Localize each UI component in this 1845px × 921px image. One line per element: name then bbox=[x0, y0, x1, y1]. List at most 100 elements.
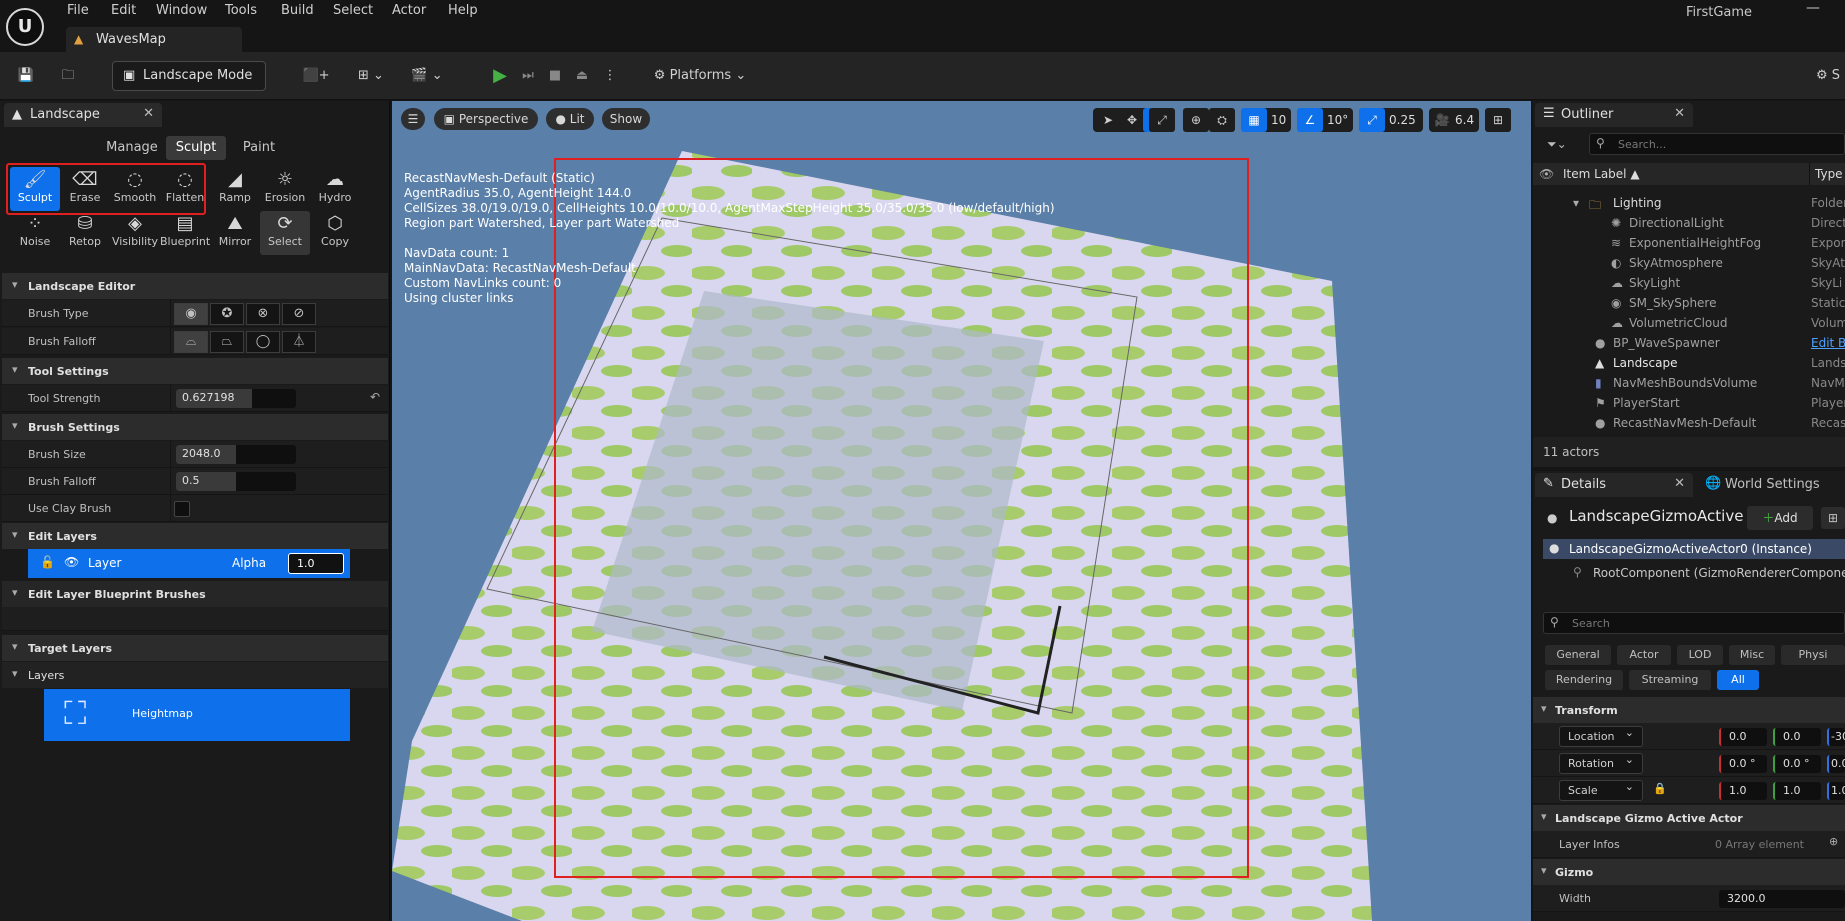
show-button[interactable]: Show bbox=[602, 108, 650, 130]
width-field[interactable]: 3200.0 bbox=[1719, 890, 1845, 908]
scale-y[interactable]: 1.0 bbox=[1773, 782, 1821, 800]
filter-all[interactable]: All bbox=[1717, 670, 1759, 690]
section-transform[interactable]: Transform bbox=[1533, 697, 1845, 723]
tool-noise[interactable]: ⁘ Noise bbox=[10, 211, 60, 255]
settings-icon[interactable]: ⚙ S bbox=[1812, 62, 1844, 90]
scale-tool-icon[interactable]: ⤢ bbox=[1149, 108, 1175, 132]
perspective-button[interactable]: ▣ Perspective bbox=[434, 108, 538, 130]
outliner-row[interactable]: ▲ Landscape Lands bbox=[1533, 353, 1845, 373]
outliner-row[interactable]: ⚑ PlayerStart Player bbox=[1533, 393, 1845, 413]
section-tool-settings[interactable]: Tool Settings bbox=[2, 358, 388, 384]
tool-flatten[interactable]: ◌ Flatten bbox=[160, 167, 210, 211]
outliner-row[interactable]: ● RecastNavMesh-Default Recas bbox=[1533, 413, 1845, 433]
layer-row[interactable]: 🔓 👁 Layer Alpha 1.0 bbox=[28, 549, 350, 578]
outliner-row[interactable]: ● BP_WaveSpawner Edit B bbox=[1533, 333, 1845, 353]
edit-blueprint-link[interactable]: Edit B bbox=[1811, 336, 1845, 350]
section-gizmo-active-actor[interactable]: Landscape Gizmo Active Actor bbox=[1533, 805, 1845, 831]
falloff-tip-icon[interactable]: ⏃ bbox=[282, 331, 316, 353]
brush-component-icon[interactable]: ⊘ bbox=[282, 303, 316, 325]
surface-snap-icon[interactable]: ⛭ bbox=[1209, 108, 1235, 132]
brush-circle-icon[interactable]: ◉ bbox=[174, 303, 208, 325]
add-actor-icon[interactable]: ⬛+ ⌄ bbox=[296, 62, 336, 111]
tab-paint[interactable]: Paint bbox=[232, 136, 286, 160]
location-dropdown[interactable]: Location bbox=[1559, 726, 1643, 747]
tool-visibility[interactable]: ◈ Visibility bbox=[110, 211, 160, 255]
brush-alpha-icon[interactable]: ✪ bbox=[210, 303, 244, 325]
rotation-x[interactable]: 0.0 ° bbox=[1719, 755, 1767, 773]
section-target-layers[interactable]: Target Layers bbox=[2, 635, 388, 661]
menu-help[interactable]: Help bbox=[448, 3, 478, 18]
rotation-y[interactable]: 0.0 ° bbox=[1773, 755, 1821, 773]
actor-name[interactable]: LandscapeGizmoActiveA bbox=[1569, 507, 1743, 525]
scale-x[interactable]: 1.0 bbox=[1719, 782, 1767, 800]
tool-ramp[interactable]: ◢ Ramp bbox=[210, 167, 260, 211]
tool-erase[interactable]: ⌫ Erase bbox=[60, 167, 110, 211]
eject-icon[interactable]: ⏏ bbox=[570, 62, 594, 90]
camera-icon[interactable]: 🎥 bbox=[1429, 108, 1455, 132]
scale-snap-icon[interactable]: ⤢ bbox=[1359, 108, 1385, 132]
menu-file[interactable]: File bbox=[67, 3, 89, 18]
mode-dropdown[interactable]: ▣ Landscape Mode ⌄ bbox=[112, 61, 266, 111]
tool-retop[interactable]: ⛁ Retop bbox=[60, 211, 110, 255]
falloff-spherical-icon[interactable]: ◯ bbox=[246, 331, 280, 353]
section-edit-layers[interactable]: Edit Layers bbox=[2, 523, 388, 549]
tool-select[interactable]: ⟳ Select bbox=[260, 211, 310, 255]
level-viewport[interactable]: ☰ ▣ Perspective ● Lit Show ➤ ✥ ⟳ ⤢ ⊕ ⛭ ▦… bbox=[392, 101, 1531, 921]
unlock-icon[interactable]: 🔓 bbox=[40, 555, 55, 569]
lit-button[interactable]: ● Lit bbox=[546, 108, 594, 130]
item-label-header[interactable]: Item Label ▲ bbox=[1563, 167, 1640, 181]
close-icon[interactable]: ✕ bbox=[1674, 476, 1685, 491]
grid-snap-group[interactable]: ▦ 10 bbox=[1241, 108, 1291, 132]
location-z[interactable]: -30 bbox=[1827, 728, 1845, 746]
tab-sculpt[interactable]: Sculpt bbox=[166, 136, 226, 160]
tab-manage[interactable]: Manage bbox=[104, 136, 160, 160]
brush-pattern-icon[interactable]: ⊗ bbox=[246, 303, 280, 325]
tool-blueprint[interactable]: ▤ Blueprint bbox=[160, 211, 210, 255]
camera-speed-group[interactable]: 🎥 6.4 bbox=[1429, 108, 1479, 132]
filter-streaming[interactable]: Streaming bbox=[1629, 670, 1711, 690]
more-options-icon[interactable]: ⋮ bbox=[600, 62, 620, 90]
landscape-tab[interactable]: ▲ Landscape ✕ bbox=[4, 103, 162, 127]
stop-icon[interactable]: ■ bbox=[543, 62, 567, 90]
rotation-snap-icon[interactable]: ∠ bbox=[1297, 108, 1323, 132]
filter-misc[interactable]: Misc bbox=[1729, 645, 1775, 665]
component-instance-row[interactable]: ● LandscapeGizmoActiveActor0 (Instance) bbox=[1543, 539, 1845, 559]
menu-select[interactable]: Select bbox=[333, 3, 373, 18]
save-icon[interactable]: 💾 bbox=[14, 62, 38, 90]
details-search[interactable]: ⚲ Search bbox=[1543, 612, 1845, 634]
filter-general[interactable]: General bbox=[1545, 645, 1611, 665]
tool-erosion[interactable]: ☼ Erosion bbox=[260, 167, 310, 211]
tool-sculpt[interactable]: 🖌 Sculpt bbox=[10, 167, 60, 211]
add-element-icon[interactable]: ⊕ bbox=[1829, 835, 1838, 848]
section-brush-settings[interactable]: Brush Settings bbox=[2, 414, 388, 440]
section-gizmo[interactable]: Gizmo bbox=[1533, 859, 1845, 885]
outliner-row[interactable]: ▾ 🗀 Lighting Folder bbox=[1533, 193, 1845, 213]
platforms-button[interactable]: ⚙ Platforms ⌄ bbox=[652, 62, 748, 90]
section-edit-layer-blueprint-brushes[interactable]: Edit Layer Blueprint Brushes bbox=[2, 581, 388, 607]
step-icon[interactable]: ⏭ bbox=[516, 62, 540, 90]
outliner-tab[interactable]: ☰ Outliner ✕ bbox=[1535, 103, 1693, 127]
eye-icon[interactable]: 👁 bbox=[64, 555, 79, 569]
map-tab[interactable]: ▲ WavesMap bbox=[66, 27, 242, 52]
outliner-search[interactable]: ⚲ Search... bbox=[1589, 133, 1845, 155]
menu-actor[interactable]: Actor bbox=[392, 3, 426, 18]
reset-icon[interactable]: ↶ bbox=[370, 390, 380, 404]
filter-icon[interactable]: ⏷⌄ bbox=[1547, 137, 1567, 152]
menu-build[interactable]: Build bbox=[281, 3, 314, 18]
details-tab[interactable]: ✎ Details ✕ bbox=[1535, 473, 1693, 497]
rotation-snap-group[interactable]: ∠ 10° bbox=[1297, 108, 1353, 132]
heightmap-layer[interactable]: ⛶ Heightmap bbox=[44, 689, 350, 741]
cinematics-icon[interactable]: 🎬 ⌄ bbox=[405, 62, 449, 90]
menu-edit[interactable]: Edit bbox=[111, 3, 136, 18]
close-icon[interactable]: ✕ bbox=[143, 106, 154, 121]
play-icon[interactable]: ▶ bbox=[488, 62, 512, 90]
menu-tools[interactable]: Tools bbox=[225, 3, 257, 18]
scale-dropdown[interactable]: Scale bbox=[1559, 780, 1643, 801]
outliner-row[interactable]: ☁ SkyLight SkyLi bbox=[1533, 273, 1845, 293]
expand-icon[interactable]: ▾ bbox=[1573, 196, 1579, 210]
add-component-button[interactable]: ＋Add bbox=[1747, 506, 1813, 530]
minimize-button[interactable]: — bbox=[1806, 0, 1820, 16]
select-mode-icon[interactable]: ➤ bbox=[1095, 108, 1121, 132]
falloff-linear-icon[interactable]: ⏢ bbox=[210, 331, 244, 353]
menu-window[interactable]: Window bbox=[156, 3, 207, 18]
